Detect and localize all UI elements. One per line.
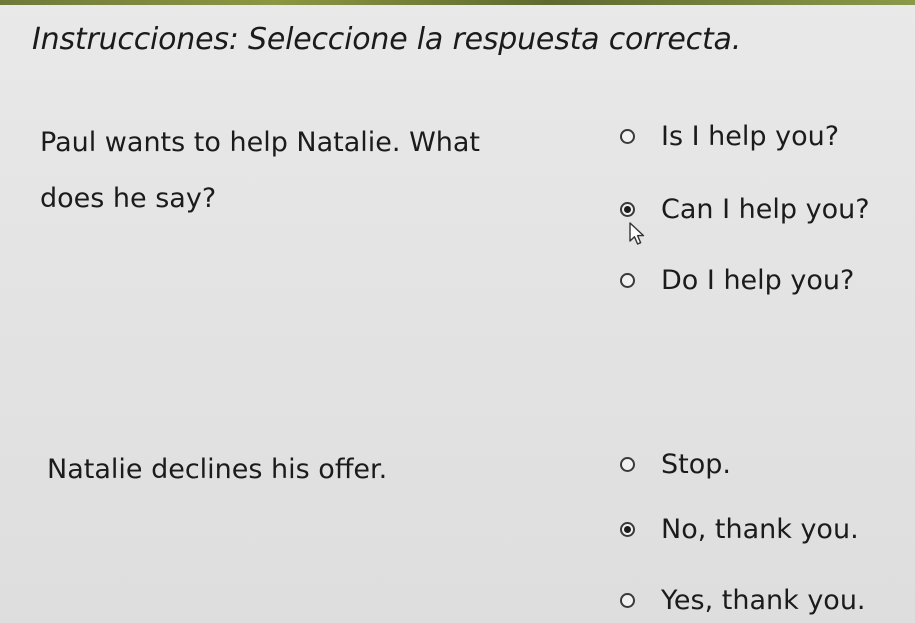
q1-option-do-i-help-you[interactable]: Do I help you?	[612, 260, 854, 300]
question-1-line-1: Paul wants to help Natalie. What	[40, 127, 481, 158]
q2-option-no-thank-you[interactable]: No, thank you.	[612, 509, 859, 549]
question-1-line-2: does he say?	[40, 183, 217, 214]
radio-unselected-icon[interactable]	[620, 592, 635, 608]
option-label: Yes, thank you.	[661, 584, 866, 616]
q2-option-yes-thank-you[interactable]: Yes, thank you.	[612, 580, 866, 620]
question-2-line-1: Natalie declines his offer.	[47, 454, 388, 485]
radio-selected-icon[interactable]	[620, 201, 635, 217]
q2-option-stop[interactable]: Stop.	[612, 444, 731, 484]
radio-unselected-icon[interactable]	[620, 128, 635, 144]
radio-selected-icon[interactable]	[620, 521, 635, 537]
option-label: No, thank you.	[661, 513, 859, 545]
q1-option-is-i-help-you[interactable]: Is I help you?	[612, 116, 839, 156]
background-edge	[0, 0, 915, 5]
instructions-text: Instrucciones: Seleccione la respuesta c…	[32, 22, 742, 57]
option-label: Can I help you?	[661, 193, 870, 225]
radio-unselected-icon[interactable]	[620, 456, 635, 472]
mouse-pointer-icon	[629, 222, 645, 245]
question-1-prompt: Paul wants to help Natalie. What does he…	[40, 115, 480, 227]
option-label: Do I help you?	[661, 264, 855, 296]
q1-option-can-i-help-you[interactable]: Can I help you?	[612, 189, 870, 229]
option-label: Is I help you?	[661, 120, 840, 152]
option-label: Stop.	[661, 448, 731, 480]
question-2-prompt: Natalie declines his offer.	[47, 442, 387, 498]
radio-unselected-icon[interactable]	[620, 272, 635, 288]
